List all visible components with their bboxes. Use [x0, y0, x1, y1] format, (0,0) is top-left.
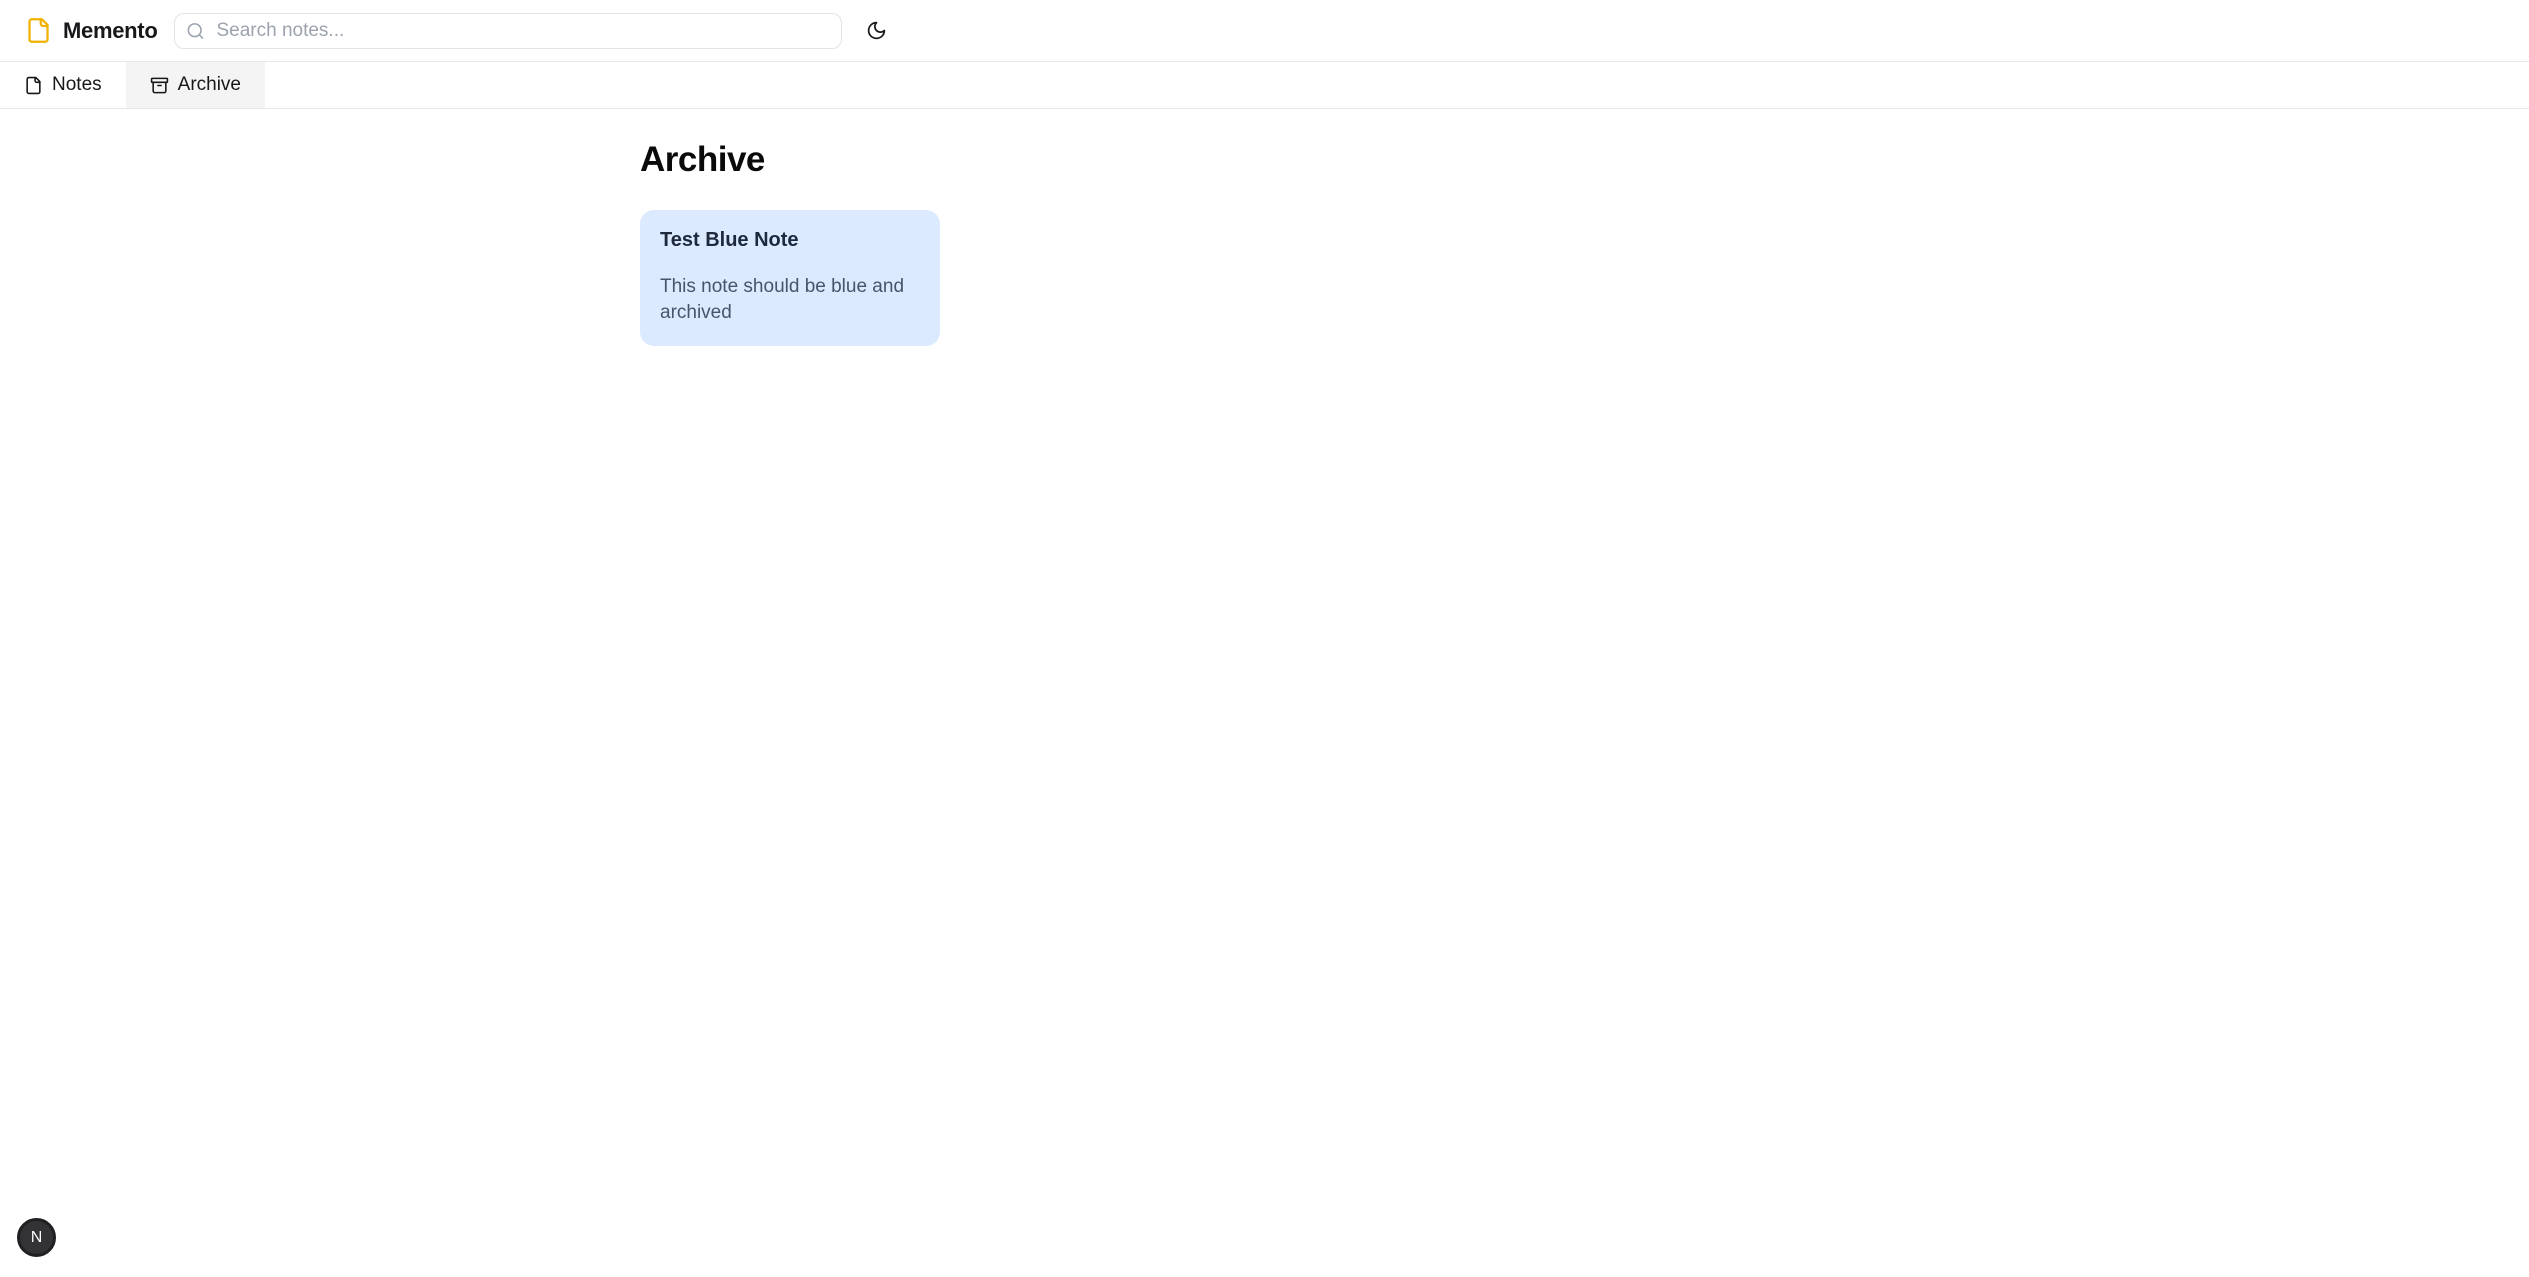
note-body: This note should be blue and archived — [660, 274, 920, 326]
note-card[interactable]: Test Blue Note This note should be blue … — [640, 210, 940, 346]
app-title: Memento — [63, 18, 157, 44]
tab-bar: Notes Archive — [0, 62, 2529, 109]
page-title: Archive — [640, 140, 1889, 180]
search-box — [174, 13, 842, 49]
tab-notes[interactable]: Notes — [0, 62, 126, 108]
user-avatar-button[interactable]: N — [17, 1218, 56, 1257]
search-input[interactable] — [174, 13, 842, 49]
tab-archive[interactable]: Archive — [126, 62, 265, 108]
notes-grid: Test Blue Note This note should be blue … — [640, 210, 1889, 346]
app-logo-icon — [25, 17, 52, 44]
file-icon — [24, 76, 43, 95]
note-title: Test Blue Note — [660, 228, 920, 252]
tab-notes-label: Notes — [52, 74, 102, 96]
moon-icon — [866, 20, 887, 41]
tab-archive-label: Archive — [178, 74, 241, 96]
brand: Memento — [25, 17, 157, 44]
header: Memento — [0, 0, 2529, 62]
archive-icon — [150, 76, 169, 95]
theme-toggle-button[interactable] — [856, 11, 896, 51]
main-content: Archive Test Blue Note This note should … — [640, 109, 1889, 346]
